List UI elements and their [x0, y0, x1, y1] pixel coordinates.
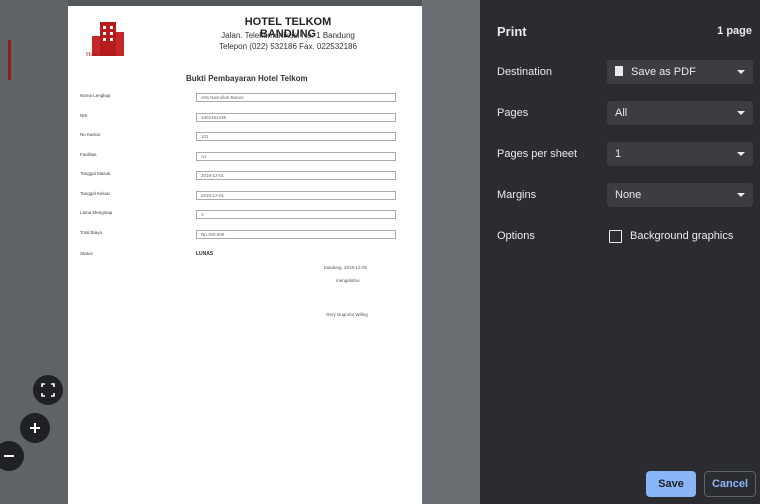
- document-heading: Bukti Pembayaran Hotel Telkom: [186, 74, 308, 83]
- hotel-address: Jalan. Telekomunikasi No. 1 Bandung: [221, 31, 355, 40]
- zoom-in-icon[interactable]: [20, 413, 50, 443]
- field-label: Tanggal Keluar: [80, 191, 111, 196]
- destination-value: Save as PDF: [631, 66, 696, 78]
- page-count: 1 page: [717, 25, 752, 37]
- status-value: LUNAS: [196, 251, 214, 257]
- margins-label: Margins: [497, 189, 537, 201]
- print-preview-page: Hotel Telkom HOTEL TELKOM BANDUNG Jalan.…: [68, 6, 422, 504]
- margins-value: None: [615, 189, 642, 201]
- field-value: 1: [196, 210, 396, 219]
- logo-text: Hotel Telkom: [86, 52, 119, 58]
- options-label: Options: [497, 230, 535, 242]
- pages-value: All: [615, 107, 628, 119]
- destination-label: Destination: [497, 66, 553, 78]
- field-value: A1: [196, 152, 396, 161]
- field-value: 2019-12-01: [196, 171, 396, 180]
- cancel-button[interactable]: Cancel: [704, 471, 756, 497]
- pages-per-sheet-value: 1: [615, 148, 622, 160]
- field-label: Nama Lengkap: [80, 93, 111, 98]
- pages-select[interactable]: All: [607, 101, 753, 125]
- field-value: Rp.300.000: [196, 230, 396, 239]
- field-label: Total Biaya: [80, 230, 103, 235]
- field-label: Tanggal Masuk: [80, 171, 111, 176]
- field-label: Lama Menginap: [80, 210, 113, 215]
- destination-select[interactable]: Save as PDF: [607, 60, 753, 84]
- field-value: 2019-12-01: [196, 191, 396, 200]
- dropdown-arrow-icon: [737, 193, 745, 197]
- dropdown-arrow-icon: [737, 70, 745, 74]
- print-settings-panel: Print 1 page Destination Save as PDF Pag…: [480, 0, 760, 504]
- dropdown-arrow-icon: [737, 111, 745, 115]
- sign-name: Gery Nugroho Wiling: [326, 312, 368, 317]
- pages-per-sheet-label: Pages per sheet: [497, 148, 578, 160]
- preview-gap: [422, 0, 480, 504]
- print-title: Print: [497, 24, 527, 39]
- dropdown-arrow-icon: [737, 152, 745, 156]
- fit-page-icon[interactable]: [33, 375, 63, 405]
- status-label: Status: [80, 251, 93, 256]
- pages-label: Pages: [497, 107, 529, 119]
- field-label: No Kamar: [80, 132, 101, 137]
- previous-page-edge: [8, 40, 11, 80]
- background-graphics-checkbox[interactable]: [609, 230, 622, 243]
- pages-per-sheet-select[interactable]: 1: [607, 142, 753, 166]
- field-value: 101: [196, 132, 396, 141]
- margins-select[interactable]: None: [607, 183, 753, 207]
- field-value: Arbi Nasrullah Baruni: [196, 93, 396, 102]
- sign-role: mengetahui: [336, 278, 360, 283]
- pdf-file-icon: [615, 66, 623, 76]
- field-value: 1402151235: [196, 113, 396, 122]
- sign-place-date: bandung, 2019-12-02: [324, 265, 368, 270]
- hotel-phone: Telepon (022) 532186 Fax. 022532186: [219, 42, 357, 51]
- field-label: Fasilitas: [80, 152, 97, 157]
- save-button[interactable]: Save: [646, 471, 696, 497]
- field-label: NIK: [80, 113, 88, 118]
- background-graphics-label[interactable]: Background graphics: [630, 230, 733, 242]
